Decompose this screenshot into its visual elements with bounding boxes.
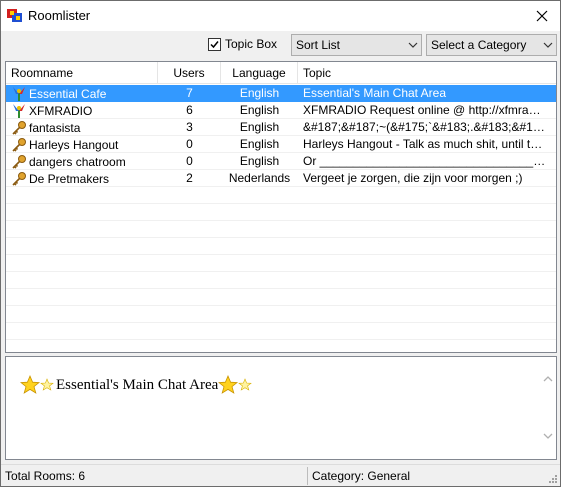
close-button[interactable] (522, 1, 560, 30)
room-name: fantasista (29, 120, 81, 135)
room-language: Nederlands (228, 171, 291, 185)
topic-text: Essential's Main Chat Area (56, 376, 219, 393)
table-row[interactable]: De Pretmakers 2 Nederlands Vergeet je zo… (6, 170, 556, 187)
chevron-down-icon (543, 42, 553, 48)
room-name-cell: XFMRADIO (6, 102, 158, 119)
room-topic: Vergeet je zorgen, die zijn voor morgen … (303, 171, 523, 185)
room-topic: &#187;&#187;~(&#175;`&#183;.&#183;&#180;… (303, 120, 546, 134)
topic-box[interactable]: Essential's Main Chat Area (5, 356, 557, 460)
room-topic: XFMRADIO Request online @ http://xfmradi… (303, 103, 546, 117)
sort-list-select[interactable]: Sort List (291, 34, 422, 56)
column-header-roomname[interactable]: Roomname (6, 62, 158, 84)
room-users: 6 (186, 103, 193, 117)
room-topic: Or _____________________________________… (303, 154, 546, 168)
window-title: Roomlister (28, 8, 91, 23)
status-bar: Total Rooms: 6 Category: General (1, 464, 560, 486)
key-icon (12, 171, 26, 186)
column-header-topic[interactable]: Topic (298, 62, 556, 84)
room-language: English (239, 86, 280, 100)
room-name: Essential Cafe (29, 86, 107, 101)
room-name-cell: dangers chatroom (6, 153, 158, 170)
room-topic: Harleys Hangout - Talk as much shit, unt… (303, 137, 546, 151)
sort-list-value: Sort List (296, 38, 341, 52)
room-name-cell: De Pretmakers (6, 170, 158, 187)
category-status: Category: General (312, 469, 411, 483)
topic-scrollbar[interactable] (539, 357, 556, 459)
room-name: De Pretmakers (29, 171, 110, 186)
room-users: 2 (186, 171, 193, 185)
room-users: 0 (186, 137, 193, 151)
category-select-value: Select a Category (431, 38, 527, 52)
check-icon (210, 40, 219, 48)
room-language: English (239, 120, 280, 134)
room-language: English (239, 103, 280, 117)
room-name-cell: Essential Cafe (6, 85, 158, 102)
toolbar: Topic Box Sort List Select a Category (1, 31, 560, 59)
total-rooms-status: Total Rooms: 6 (5, 469, 86, 483)
chevron-down-icon (408, 42, 418, 48)
room-name: dangers chatroom (29, 154, 126, 169)
room-list[interactable]: Roomname Users Language Topic Essential … (5, 61, 557, 353)
title-bar: Roomlister (1, 1, 560, 31)
room-users: 7 (186, 86, 193, 100)
room-name-cell: Harleys Hangout (6, 136, 158, 153)
app-icon (7, 8, 23, 24)
table-row[interactable]: XFMRADIO 6 English XFMRADIO Request onli… (6, 102, 556, 119)
room-name: Harleys Hangout (29, 137, 119, 152)
resize-grip-icon[interactable] (547, 473, 557, 483)
status-divider (307, 467, 308, 485)
scroll-up-icon[interactable] (543, 375, 553, 383)
column-header-users[interactable]: Users (158, 62, 221, 84)
checkbox-box[interactable] (208, 37, 221, 51)
roomlister-window: Roomlister Topic Box Sort List Select a … (0, 0, 561, 487)
room-name-cell: fantasista (6, 119, 158, 136)
room-users: 0 (186, 154, 193, 168)
room-name: XFMRADIO (29, 103, 93, 118)
topic-box-checkbox[interactable]: Topic Box (208, 36, 277, 52)
column-header-language[interactable]: Language (221, 62, 298, 84)
key-icon (12, 154, 26, 169)
topic-content: Essential's Main Chat Area (20, 373, 254, 397)
room-topic: Essential's Main Chat Area (303, 86, 447, 100)
key-icon (12, 137, 26, 152)
essential-room-icon (13, 86, 25, 101)
xfm-room-icon (13, 103, 25, 118)
table-row[interactable]: fantasista 3 English &#187;&#187;~(&#175… (6, 119, 556, 136)
list-header: Roomname Users Language Topic (6, 62, 556, 84)
table-row[interactable]: Essential Cafe 7 English Essential's Mai… (6, 85, 556, 102)
category-select[interactable]: Select a Category (426, 34, 557, 56)
table-row[interactable]: dangers chatroom 0 English Or __________… (6, 153, 556, 170)
table-row[interactable]: Harleys Hangout 0 English Harleys Hangou… (6, 136, 556, 153)
list-body: Essential Cafe 7 English Essential's Mai… (6, 85, 556, 352)
stars-icon (218, 374, 253, 394)
topic-box-label: Topic Box (225, 37, 278, 51)
scroll-down-icon[interactable] (543, 432, 553, 440)
close-icon (536, 10, 548, 21)
room-language: English (239, 154, 280, 168)
room-language: English (239, 137, 280, 151)
room-users: 3 (186, 120, 193, 134)
stars-icon (20, 374, 54, 394)
key-icon (12, 120, 26, 135)
